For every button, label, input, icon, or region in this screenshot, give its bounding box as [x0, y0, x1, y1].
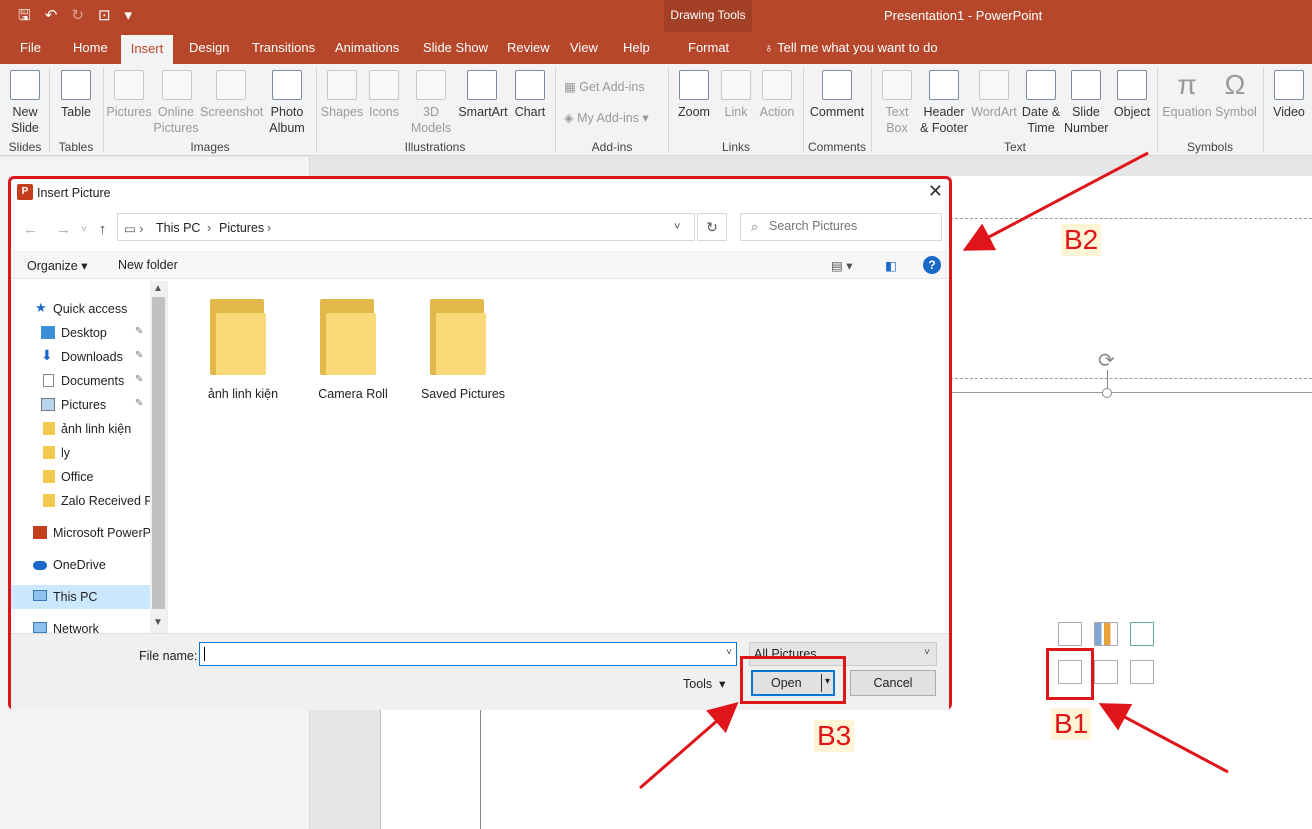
arrow-b1 — [1098, 703, 1229, 774]
annotation-arrows — [639, 151, 1229, 790]
arrow-b2 — [962, 151, 1149, 251]
arrow-b3 — [639, 702, 739, 790]
